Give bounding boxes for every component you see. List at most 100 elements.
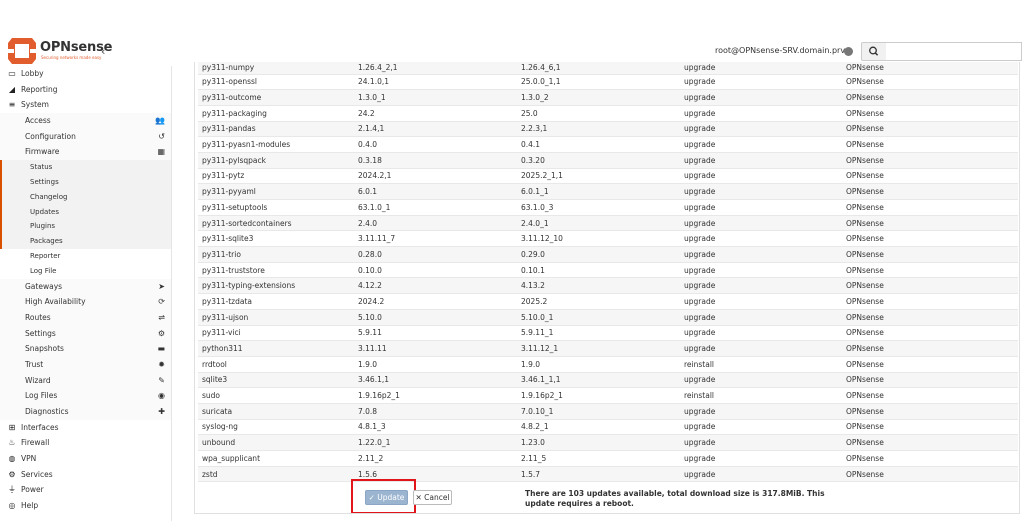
sidebar-item-plugins[interactable]: Plugins xyxy=(0,219,171,235)
package-name-cell[interactable]: py311-typing-extensions xyxy=(198,277,358,295)
sidebar-item-configuration[interactable]: Configuration ↺ xyxy=(0,128,171,145)
current-version-cell: 3.11.11 xyxy=(358,340,521,357)
table-row: py311-pytz 2024.2,1 2025.2_1,1 upgrade OPNse… xyxy=(198,168,1018,185)
packages-table: py311-numpy 1.26.4_2,1 1.26.4_6,1 upgrade OP… xyxy=(198,62,1018,483)
sidebar-item-log-files[interactable]: Log Files ◉ xyxy=(0,388,171,404)
package-name-cell[interactable]: py311-vici xyxy=(198,325,358,342)
current-version-cell: 2.11_2 xyxy=(358,450,521,467)
sidebar-item-snapshots[interactable]: Snapshots ▬ xyxy=(0,341,171,357)
sidebar-item-label: Power xyxy=(21,485,44,495)
package-name-cell[interactable]: py311-pandas xyxy=(198,121,358,138)
package-name-cell[interactable]: py311-pytz xyxy=(198,168,358,185)
package-name-cell[interactable]: py311-trio xyxy=(198,246,358,263)
package-name-cell[interactable]: unbound xyxy=(198,434,358,451)
sidebar-item-system[interactable]: ≡ System xyxy=(0,97,171,114)
new-version-cell: 5.10.0_1 xyxy=(521,309,684,326)
sidebar-item-routes[interactable]: Routes ⇌ xyxy=(0,309,171,326)
new-version-cell: 1.5.7 xyxy=(521,466,684,483)
package-name-cell[interactable]: py311-setuptools xyxy=(198,199,358,216)
package-name-cell[interactable]: py311-pyyaml xyxy=(198,183,358,200)
cancel-button[interactable]: ✕ Cancel xyxy=(413,490,452,505)
action-cell: upgrade xyxy=(684,325,846,342)
system-status-icon[interactable] xyxy=(844,47,853,56)
repository-cell: OPNsense xyxy=(846,466,1018,483)
package-name-cell[interactable]: sqlite3 xyxy=(198,372,358,389)
sidebar-item-label: Configuration xyxy=(25,131,76,141)
current-version-cell: 2024.2 xyxy=(358,293,521,310)
action-cell: upgrade xyxy=(684,262,846,279)
update-button[interactable]: ✓ Update xyxy=(365,490,408,505)
repository-cell: OPNsense xyxy=(846,168,1018,185)
current-version-cell: 0.4.0 xyxy=(358,136,521,153)
sidebar-item-high-availability[interactable]: High Availability ⟳ xyxy=(0,294,171,310)
package-name-cell[interactable]: syslog-ng xyxy=(198,419,358,436)
package-name-cell[interactable]: py311-packaging xyxy=(198,105,358,122)
sidebar-item-label: Packages xyxy=(30,237,63,246)
sidebar-item-gateways[interactable]: Gateways ➤ xyxy=(0,278,171,295)
table-row: py311-sqlite3 3.11.11_7 3.11.12_10 upgrade O… xyxy=(198,230,1018,248)
package-name-cell[interactable]: suricata xyxy=(198,403,358,420)
sidebar-item-reporter[interactable]: Reporter xyxy=(0,248,171,264)
sidebar-item-services[interactable]: ⚙ Services xyxy=(0,466,171,483)
table-row: py311-pyasn1-modules 0.4.0 0.4.1 upgrade OPN… xyxy=(198,136,1018,153)
package-name-cell[interactable]: py311-pyasn1-modules xyxy=(198,136,358,153)
action-cell: upgrade xyxy=(684,152,846,169)
sidebar-item-interfaces[interactable]: ⊞ Interfaces xyxy=(0,419,171,436)
sidebar-item-lobby[interactable]: ▭ Lobby xyxy=(0,66,171,82)
package-name-cell[interactable]: py311-numpy xyxy=(198,62,358,75)
current-version-cell: 1.3.0_1 xyxy=(358,89,521,106)
package-name-cell[interactable]: py311-sqlite3 xyxy=(198,230,358,248)
package-name-cell[interactable]: zstd xyxy=(198,466,358,483)
repository-cell: OPNsense xyxy=(846,246,1018,263)
sidebar-item-access[interactable]: Access 👥 xyxy=(0,113,171,129)
package-name-cell[interactable]: wpa_supplicant xyxy=(198,450,358,467)
package-name-cell[interactable]: py311-tzdata xyxy=(198,293,358,310)
sidebar-item-power[interactable]: ⏚ Power xyxy=(0,482,171,499)
action-cell: upgrade xyxy=(684,277,846,295)
search-button[interactable] xyxy=(861,42,887,61)
package-name-cell[interactable]: python311 xyxy=(198,340,358,357)
sidebar-item-firmware[interactable]: Firmware ▦ xyxy=(0,144,171,161)
table-row: py311-ujson 5.10.0 5.10.0_1 upgrade OPNsense xyxy=(198,309,1018,326)
table-row: py311-pandas 2.1.4,1 2.2.3,1 upgrade OPNsens… xyxy=(198,121,1018,138)
sidebar-item-label: Plugins xyxy=(30,222,56,231)
sidebar-item-firewall[interactable]: ♨ Firewall xyxy=(0,435,171,452)
sidebar-item-label: Access xyxy=(25,116,51,126)
package-name-cell[interactable]: py311-truststore xyxy=(198,262,358,279)
sidebar-item-settings[interactable]: Settings ⚙ xyxy=(0,325,171,342)
sidebar-item-updates[interactable]: Updates xyxy=(0,204,171,220)
package-name-cell[interactable]: py311-sortedcontainers xyxy=(198,215,358,232)
brand-tagline: Securing networks made easy xyxy=(41,55,102,60)
sidebar-item-vpn[interactable]: ◍ VPN xyxy=(0,451,171,467)
package-name-cell[interactable]: py311-outcome xyxy=(198,89,358,106)
package-name-cell[interactable]: py311-pylsqpack xyxy=(198,152,358,169)
sidebar-item-label: Reporter xyxy=(30,251,61,260)
sidebar-item-status[interactable]: Status xyxy=(0,160,171,175)
opnsense-logo[interactable]: OPNsense Securing networks made easy xyxy=(8,38,112,66)
current-version-cell: 0.3.18 xyxy=(358,152,521,169)
package-name-cell[interactable]: rrdtool xyxy=(198,356,358,373)
search-input[interactable] xyxy=(886,42,1022,61)
table-row: syslog-ng 4.8.1_3 4.8.2_1 upgrade OPNsense xyxy=(198,419,1018,436)
repository-cell: OPNsense xyxy=(846,450,1018,467)
sidebar-item-packages[interactable]: Packages xyxy=(0,234,171,249)
package-name-cell[interactable]: py311-ujson xyxy=(198,309,358,326)
package-name-cell[interactable]: py311-openssl xyxy=(198,74,358,91)
sidebar-item-label: System xyxy=(21,100,49,110)
table-row: suricata 7.0.8 7.0.10_1 upgrade OPNsense xyxy=(198,403,1018,420)
table-row: py311-numpy 1.26.4_2,1 1.26.4_6,1 upgrade OP… xyxy=(198,62,1018,75)
sidebar-item-changelog[interactable]: Changelog xyxy=(0,189,171,205)
sidebar-item-diagnostics[interactable]: Diagnostics ✚ xyxy=(0,404,171,420)
sidebar-item-settings[interactable]: Settings xyxy=(0,174,171,190)
action-cell: upgrade xyxy=(684,309,846,326)
sidebar-collapse-chevron-icon[interactable]: ‹ xyxy=(101,45,111,58)
package-name-cell[interactable]: sudo xyxy=(198,387,358,404)
sidebar-item-wizard[interactable]: Wizard ✎ xyxy=(0,372,171,389)
repository-cell: OPNsense xyxy=(846,121,1018,138)
sidebar-item-reporting[interactable]: ◢ Reporting xyxy=(0,81,171,98)
magic-icon: ✎ xyxy=(158,375,165,385)
sidebar-item-trust[interactable]: Trust ✹ xyxy=(0,356,171,373)
sidebar-item-log-file[interactable]: Log File xyxy=(0,263,171,279)
logged-in-user[interactable]: root@OPNsense-SRV.domain.prv xyxy=(715,46,845,55)
sidebar-item-help[interactable]: ◎ Help xyxy=(0,498,171,514)
